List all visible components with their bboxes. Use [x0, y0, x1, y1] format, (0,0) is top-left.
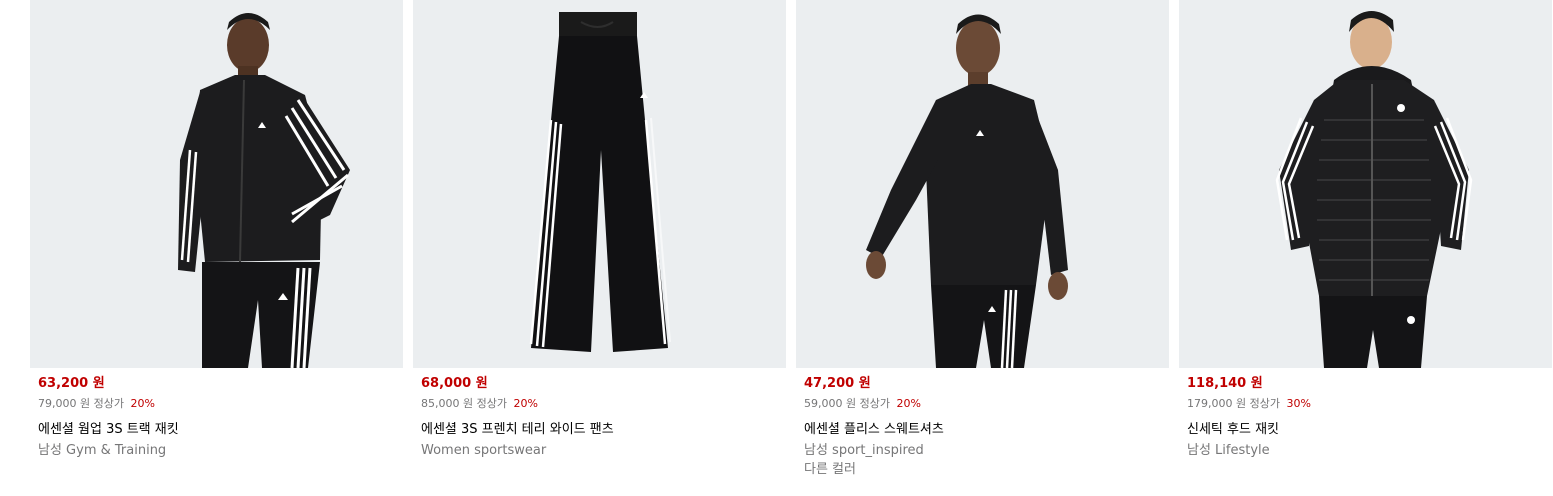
- product-info: 63,200 원 79,000 원 정상가 20% 에센셜 웜업 3S 트랙 재…: [30, 368, 403, 459]
- product-name[interactable]: 에센셜 웜업 3S 트랙 재킷: [38, 421, 395, 439]
- product-category: 남성 Lifestyle: [1187, 443, 1270, 458]
- sale-price: 47,200 원: [804, 376, 871, 391]
- product-category: 남성 Gym & Training: [38, 443, 167, 458]
- discount-badge: 30%: [1286, 397, 1311, 410]
- product-name[interactable]: 신세틱 후드 재킷: [1187, 421, 1544, 439]
- original-price: 85,000 원: [421, 397, 474, 410]
- original-price-row: 59,000 원 정상가 20%: [804, 397, 1161, 411]
- discount-badge: 20%: [896, 397, 921, 410]
- product-name[interactable]: 에센셜 3S 프렌치 테리 와이드 팬츠: [421, 421, 778, 439]
- original-price-label: 정상가: [476, 397, 507, 410]
- track-jacket-model-image: [178, 13, 350, 368]
- product-image[interactable]: [413, 0, 786, 368]
- original-price-row: 85,000 원 정상가 20%: [421, 397, 778, 411]
- product-grid: 63,200 원 79,000 원 정상가 20% 에센셜 웜업 3S 트랙 재…: [30, 0, 1552, 478]
- product-info: 68,000 원 85,000 원 정상가 20% 에센셜 3S 프렌치 테리 …: [413, 368, 786, 459]
- product-info: 118,140 원 179,000 원 정상가 30% 신세틱 후드 재킷 남성…: [1179, 368, 1552, 459]
- product-image[interactable]: [796, 0, 1169, 368]
- product-image[interactable]: [30, 0, 403, 368]
- product-card[interactable]: 63,200 원 79,000 원 정상가 20% 에센셜 웜업 3S 트랙 재…: [30, 0, 403, 478]
- sweatshirt-model-image: [866, 14, 1068, 368]
- puffer-jacket-model-image: [1275, 11, 1473, 368]
- product-category: 남성 sport_inspired: [804, 443, 924, 458]
- original-price-label: 정상가: [93, 397, 124, 410]
- sale-price: 68,000 원: [421, 376, 488, 391]
- original-price: 179,000 원: [1187, 397, 1247, 410]
- other-colors-link[interactable]: 다른 컬러: [804, 461, 1161, 478]
- product-category: Women sportswear: [421, 443, 547, 458]
- product-image[interactable]: [1179, 0, 1552, 368]
- product-info: 47,200 원 59,000 원 정상가 20% 에센셜 플리스 스웨트셔츠 …: [796, 368, 1169, 478]
- wide-pants-image: [529, 12, 671, 352]
- original-price-label: 정상가: [859, 397, 890, 410]
- discount-badge: 20%: [513, 397, 538, 410]
- product-card[interactable]: 68,000 원 85,000 원 정상가 20% 에센셜 3S 프렌치 테리 …: [413, 0, 786, 478]
- discount-badge: 20%: [130, 397, 155, 410]
- product-card[interactable]: 118,140 원 179,000 원 정상가 30% 신세틱 후드 재킷 남성…: [1179, 0, 1552, 478]
- product-card[interactable]: 47,200 원 59,000 원 정상가 20% 에센셜 플리스 스웨트셔츠 …: [796, 0, 1169, 478]
- sale-price: 63,200 원: [38, 376, 105, 391]
- original-price-label: 정상가: [1249, 397, 1280, 410]
- product-name[interactable]: 에센셜 플리스 스웨트셔츠: [804, 421, 1161, 439]
- original-price: 79,000 원: [38, 397, 91, 410]
- original-price-row: 179,000 원 정상가 30%: [1187, 397, 1544, 411]
- original-price-row: 79,000 원 정상가 20%: [38, 397, 395, 411]
- original-price: 59,000 원: [804, 397, 857, 410]
- sale-price: 118,140 원: [1187, 376, 1263, 391]
